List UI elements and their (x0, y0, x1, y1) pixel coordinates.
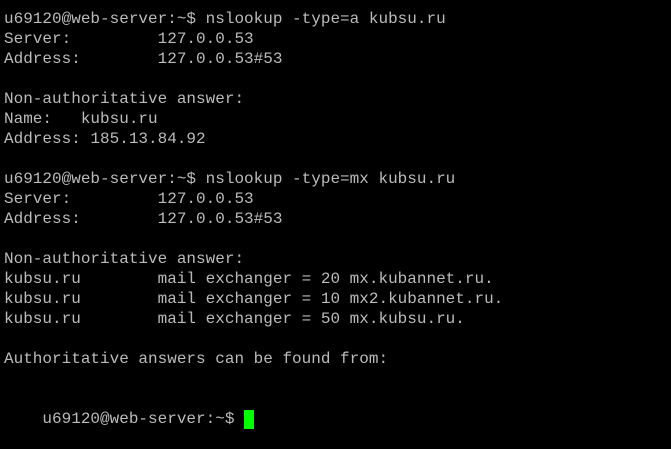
terminal-line: Address: 185.13.84.92 (4, 130, 206, 148)
text-cursor (244, 410, 255, 429)
terminal-line: u69120@web-server:~$ nslookup -type=mx k… (4, 170, 456, 188)
terminal-line: Address: 127.0.0.53#53 (4, 210, 283, 228)
terminal-line: Server: 127.0.0.53 (4, 30, 254, 48)
shell-prompt: u69120@web-server:~$ (42, 410, 245, 428)
terminal-line: Address: 127.0.0.53#53 (4, 50, 283, 68)
terminal-line: Non-authoritative answer: (4, 250, 245, 268)
terminal-line: Authoritative answers can be found from: (4, 350, 389, 368)
terminal-window[interactable]: u69120@web-server:~$ nslookup -type=a ku… (0, 0, 671, 429)
terminal-line: kubsu.ru mail exchanger = 20 mx.kubannet… (4, 270, 494, 288)
terminal-line: Name: kubsu.ru (4, 110, 158, 128)
terminal-line: Server: 127.0.0.53 (4, 190, 254, 208)
terminal-line: u69120@web-server:~$ nslookup -type=a ku… (4, 10, 446, 28)
terminal-line: Non-authoritative answer: (4, 90, 245, 108)
terminal-line: kubsu.ru mail exchanger = 10 mx2.kubanne… (4, 290, 504, 308)
terminal-output: u69120@web-server:~$ nslookup -type=a ku… (4, 9, 671, 389)
terminal-line: kubsu.ru mail exchanger = 50 mx.kubsu.ru… (4, 310, 465, 328)
terminal-prompt-line[interactable]: u69120@web-server:~$ (4, 389, 671, 429)
